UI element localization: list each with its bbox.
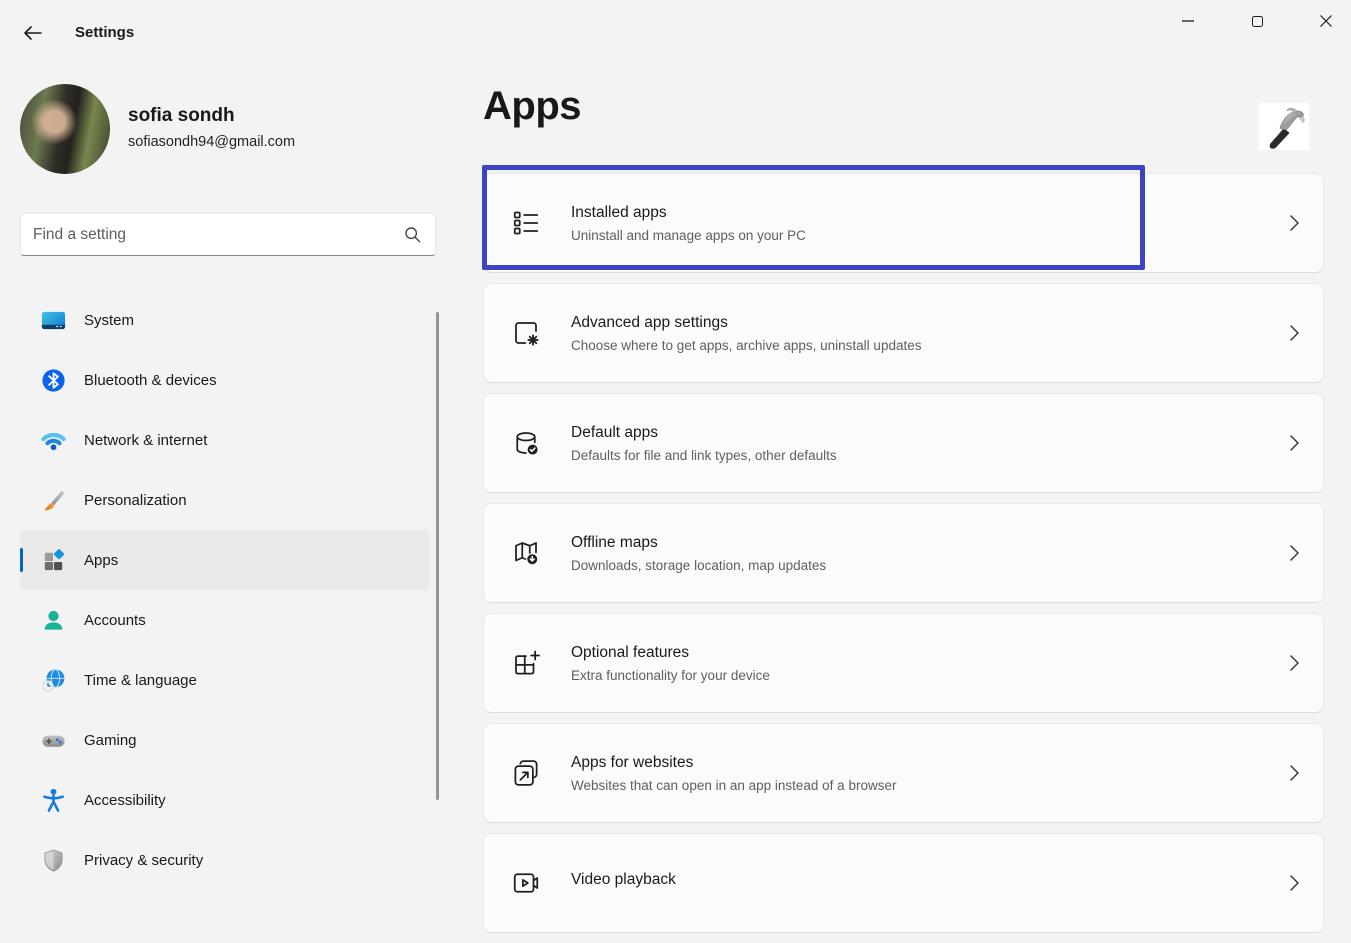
card-title: Apps for websites: [571, 754, 896, 772]
offline-maps-icon: [511, 538, 541, 568]
apps-icon: [40, 547, 67, 574]
user-email: sofiasondh94@gmail.com: [128, 134, 295, 150]
chevron-right-icon: [1290, 325, 1299, 341]
card-subtitle: Websites that can open in an app instead…: [571, 778, 896, 793]
page-title: Apps: [483, 84, 581, 129]
sidebar-item-gaming[interactable]: Gaming: [20, 710, 430, 770]
card-optional-features[interactable]: Optional features Extra functionality fo…: [483, 613, 1324, 713]
chevron-right-icon: [1290, 765, 1299, 781]
default-apps-icon: [511, 428, 541, 458]
search-input[interactable]: [21, 214, 404, 255]
chevron-right-icon: [1290, 215, 1299, 231]
search-box: [20, 213, 436, 256]
chevron-right-icon: [1290, 655, 1299, 671]
sidebar-item-accessibility[interactable]: Accessibility: [20, 770, 430, 830]
card-title: Advanced app settings: [571, 314, 921, 332]
hammer-image: [1259, 103, 1309, 150]
system-icon: [40, 307, 67, 334]
card-offline-maps[interactable]: Offline maps Downloads, storage location…: [483, 503, 1324, 603]
gaming-icon: [40, 727, 67, 754]
sidebar-item-label: Accessibility: [84, 792, 166, 809]
window-controls: [1165, 4, 1349, 38]
close-button[interactable]: [1303, 4, 1349, 38]
back-button[interactable]: [18, 20, 46, 46]
avatar[interactable]: [20, 84, 110, 174]
user-name: sofia sondh: [128, 105, 235, 127]
close-icon: [1320, 15, 1332, 27]
window-title: Settings: [75, 24, 134, 41]
settings-window: { "window": { "title": "Settings", "cont…: [0, 0, 1351, 885]
advanced-app-settings-icon: [511, 318, 541, 348]
card-default-apps[interactable]: Default apps Defaults for file and link …: [483, 393, 1324, 493]
sidebar-scrollbar[interactable]: [436, 312, 439, 800]
time-language-icon: [40, 667, 67, 694]
search-icon: [404, 226, 421, 243]
sidebar-item-system[interactable]: System: [20, 290, 430, 350]
sidebar-item-label: Privacy & security: [84, 852, 203, 869]
chevron-right-icon: [1290, 875, 1299, 891]
card-apps-for-websites[interactable]: Apps for websites Websites that can open…: [483, 723, 1324, 823]
sidebar-item-accounts[interactable]: Accounts: [20, 590, 430, 650]
video-playback-icon: [511, 868, 541, 898]
sidebar-item-label: Network & internet: [84, 432, 207, 449]
installed-apps-icon: [511, 208, 541, 238]
network-icon: [40, 427, 67, 454]
settings-cards: Installed apps Uninstall and manage apps…: [483, 173, 1324, 943]
card-installed-apps[interactable]: Installed apps Uninstall and manage apps…: [483, 173, 1324, 273]
sidebar-item-personalization[interactable]: Personalization: [20, 470, 430, 530]
sidebar-item-privacy-security[interactable]: Privacy & security: [20, 830, 430, 890]
sidebar-item-label: Gaming: [84, 732, 137, 749]
personalization-icon: [40, 487, 67, 514]
sidebar-nav: System Bluetooth & devices Network & int…: [0, 290, 437, 890]
sidebar-item-label: Personalization: [84, 492, 187, 509]
card-title: Offline maps: [571, 534, 826, 552]
apps-for-websites-icon: [511, 758, 541, 788]
sidebar-item-label: Bluetooth & devices: [84, 372, 217, 389]
card-subtitle: Uninstall and manage apps on your PC: [571, 228, 806, 243]
card-video-playback[interactable]: Video playback: [483, 833, 1324, 933]
chevron-right-icon: [1290, 435, 1299, 451]
accounts-icon: [40, 607, 67, 634]
sidebar-item-label: Apps: [84, 552, 118, 569]
card-title: Video playback: [571, 871, 676, 889]
card-title: Default apps: [571, 424, 837, 442]
maximize-button[interactable]: [1234, 4, 1280, 38]
back-arrow-icon: [22, 25, 43, 41]
optional-features-icon: [511, 648, 541, 678]
sidebar-item-apps[interactable]: Apps: [20, 530, 430, 590]
accessibility-icon: [40, 787, 67, 814]
maximize-icon: [1252, 16, 1263, 27]
privacy-security-icon: [40, 847, 67, 874]
sidebar-item-label: System: [84, 312, 134, 329]
sidebar-item-label: Time & language: [84, 672, 197, 689]
minimize-icon: [1182, 20, 1194, 22]
card-subtitle: Extra functionality for your device: [571, 668, 770, 683]
card-subtitle: Downloads, storage location, map updates: [571, 558, 826, 573]
card-subtitle: Defaults for file and link types, other …: [571, 448, 837, 463]
chevron-right-icon: [1290, 545, 1299, 561]
card-title: Optional features: [571, 644, 770, 662]
sidebar-item-label: Accounts: [84, 612, 146, 629]
minimize-button[interactable]: [1165, 4, 1211, 38]
card-subtitle: Choose where to get apps, archive apps, …: [571, 338, 921, 353]
sidebar-item-bluetooth[interactable]: Bluetooth & devices: [20, 350, 430, 410]
card-title: Installed apps: [571, 204, 806, 222]
bluetooth-icon: [40, 367, 67, 394]
sidebar-item-network[interactable]: Network & internet: [20, 410, 430, 470]
sidebar-item-time-language[interactable]: Time & language: [20, 650, 430, 710]
card-advanced-app-settings[interactable]: Advanced app settings Choose where to ge…: [483, 283, 1324, 383]
